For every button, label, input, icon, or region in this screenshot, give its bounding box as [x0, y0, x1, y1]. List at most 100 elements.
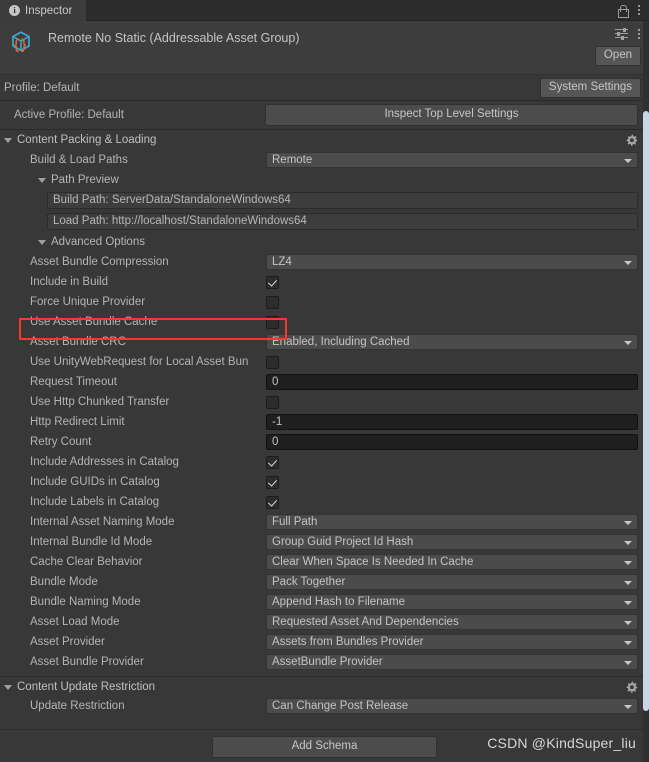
row-build-path: Build Path: ServerData/StandaloneWindows… — [0, 190, 649, 211]
row-internal-asset-naming-mode: Internal Asset Naming Mode Full Path — [0, 512, 649, 532]
row-include-labels-in-catalog: Include Labels in Catalog — [0, 492, 649, 512]
property-label: Asset Bundle Provider — [30, 656, 144, 668]
path-preview-title: Path Preview — [51, 174, 119, 186]
dropdown-13[interactable]: Full Path — [266, 514, 638, 530]
row-include-addresses-in-catalog: Include Addresses in Catalog — [0, 452, 649, 472]
label-update-restriction: Update Restriction — [30, 700, 125, 712]
checkbox-1[interactable] — [266, 275, 279, 289]
foldout-arrow-icon[interactable] — [38, 178, 46, 183]
row-load-path: Load Path: http://localhost/StandaloneWi… — [0, 211, 649, 232]
tab-inspector[interactable]: i Inspector — [0, 0, 87, 21]
section-title: Content Packing & Loading — [17, 134, 157, 146]
property-label: Include Labels in Catalog — [30, 496, 160, 508]
dropdown-build-load-paths[interactable]: Remote — [266, 152, 638, 168]
row-asset-bundle-compression: Asset Bundle Compression LZ4 — [0, 252, 649, 272]
dropdown-20[interactable]: AssetBundle Provider — [266, 654, 638, 670]
checkbox-12[interactable] — [266, 495, 279, 509]
advanced-options-title: Advanced Options — [51, 236, 145, 248]
kebab-menu-icon[interactable] — [637, 5, 641, 15]
property-label: Http Redirect Limit — [30, 416, 125, 428]
property-label: Internal Asset Naming Mode — [30, 516, 175, 528]
system-settings-button[interactable]: System Settings — [539, 78, 641, 98]
property-label: Use Http Chunked Transfer — [30, 396, 170, 408]
subsection-advanced-options[interactable]: Advanced Options — [0, 232, 649, 252]
textfield-8[interactable]: -1 — [266, 414, 638, 430]
property-label: Asset Bundle CRC — [30, 336, 126, 348]
dropdown-update-restriction[interactable]: Can Change Post Release — [266, 698, 638, 714]
footer: Add Schema CSDN @KindSuper_liu — [0, 729, 649, 762]
foldout-arrow-icon[interactable] — [4, 684, 12, 690]
tab-inspector-label: Inspector — [25, 4, 73, 17]
section-title: Content Update Restriction — [17, 680, 156, 693]
dropdown-14[interactable]: Group Guid Project Id Hash — [266, 534, 638, 550]
scrollbar-thumb[interactable] — [643, 111, 649, 711]
dropdown-15[interactable]: Clear When Space Is Needed In Cache — [266, 554, 638, 570]
active-profile-row: Active Profile: Default Inspect Top Leve… — [0, 101, 649, 130]
row-use-http-chunked-transfer: Use Http Chunked Transfer — [0, 392, 649, 412]
row-asset-bundle-provider: Asset Bundle Provider AssetBundle Provide… — [0, 652, 649, 672]
row-force-unique-provider: Force Unique Provider — [0, 292, 649, 312]
inspect-top-level-settings-button[interactable]: Inspect Top Level Settings — [265, 104, 638, 126]
checkbox-5[interactable] — [266, 355, 279, 369]
advanced-options-rows: Asset Bundle Compression LZ4 Include in Bu… — [0, 252, 649, 672]
row-use-unitywebrequest-for-local-asset-bun: Use UnityWebRequest for Local Asset Bun — [0, 352, 649, 372]
checkbox-11[interactable] — [266, 475, 279, 489]
label-build-load-paths: Build & Load Paths — [30, 154, 128, 166]
object-header-actions — [615, 27, 641, 40]
profile-label: Profile: Default — [4, 81, 80, 94]
foldout-arrow-icon[interactable] — [38, 240, 46, 245]
sliders-icon[interactable] — [615, 27, 628, 40]
subsection-path-preview[interactable]: Path Preview — [0, 170, 649, 190]
property-label: Asset Bundle Compression — [30, 256, 169, 268]
add-schema-button[interactable]: Add Schema — [212, 736, 437, 758]
checkbox-2[interactable] — [266, 295, 279, 309]
gear-icon[interactable] — [626, 681, 638, 693]
dropdown-19[interactable]: Assets from Bundles Provider — [266, 634, 638, 650]
property-label: Asset Load Mode — [30, 616, 120, 628]
row-cache-clear-behavior: Cache Clear Behavior Clear When Space Is … — [0, 552, 649, 572]
dropdown-0[interactable]: LZ4 — [266, 254, 638, 270]
checkbox-10[interactable] — [266, 455, 279, 469]
open-button[interactable]: Open — [594, 46, 641, 66]
property-label: Internal Bundle Id Mode — [30, 536, 153, 548]
foldout-arrow-icon[interactable] — [4, 138, 12, 143]
build-path-value: Build Path: ServerData/StandaloneWindows… — [47, 192, 638, 209]
row-update-restriction: Update Restriction Can Change Post Relea… — [0, 696, 649, 716]
dropdown-17[interactable]: Append Hash to Filename — [266, 594, 638, 610]
addressable-asset-group-icon — [8, 28, 38, 58]
tab-bar-spacer — [86, 0, 617, 20]
dropdown-18[interactable]: Requested Asset And Dependencies — [266, 614, 638, 630]
textfield-9[interactable]: 0 — [266, 434, 638, 450]
section-header-content-update-restriction[interactable]: Content Update Restriction — [0, 676, 649, 696]
lock-icon[interactable] — [617, 4, 629, 18]
property-label: Retry Count — [30, 436, 92, 448]
dropdown-4[interactable]: Enabled, Including Cached — [266, 334, 638, 350]
gear-icon[interactable] — [626, 134, 638, 146]
row-include-in-build: Include in Build — [0, 272, 649, 292]
property-label: Asset Provider — [30, 636, 105, 648]
vertical-scrollbar[interactable] — [643, 21, 649, 762]
checkbox-3[interactable] — [266, 315, 279, 329]
row-bundle-mode: Bundle Mode Pack Together — [0, 572, 649, 592]
property-label: Bundle Mode — [30, 576, 98, 588]
textfield-6[interactable]: 0 — [266, 374, 638, 390]
row-retry-count: Retry Count 0 — [0, 432, 649, 452]
row-asset-provider: Asset Provider Assets from Bundles Provid… — [0, 632, 649, 652]
property-label: Use UnityWebRequest for Local Asset Bun — [30, 356, 249, 368]
load-path-value: Load Path: http://localhost/StandaloneWi… — [47, 213, 638, 230]
row-internal-bundle-id-mode: Internal Bundle Id Mode Group Guid Projec… — [0, 532, 649, 552]
object-title: Remote No Static (Addressable Asset Grou… — [48, 31, 300, 45]
profile-bar: Profile: Default System Settings — [0, 75, 649, 101]
object-header: Remote No Static (Addressable Asset Grou… — [0, 21, 649, 75]
row-http-redirect-limit: Http Redirect Limit -1 — [0, 412, 649, 432]
property-label: Request Timeout — [30, 376, 117, 388]
kebab-menu-icon[interactable] — [637, 28, 641, 39]
property-label: Include Addresses in Catalog — [30, 456, 179, 468]
property-label: Force Unique Provider — [30, 296, 146, 308]
dropdown-16[interactable]: Pack Together — [266, 574, 638, 590]
section-header-content-packing[interactable]: Content Packing & Loading — [0, 130, 649, 150]
property-label: Bundle Naming Mode — [30, 596, 141, 608]
watermark: CSDN @KindSuper_liu — [487, 735, 636, 751]
property-label: Include in Build — [30, 276, 108, 288]
checkbox-7[interactable] — [266, 395, 279, 409]
